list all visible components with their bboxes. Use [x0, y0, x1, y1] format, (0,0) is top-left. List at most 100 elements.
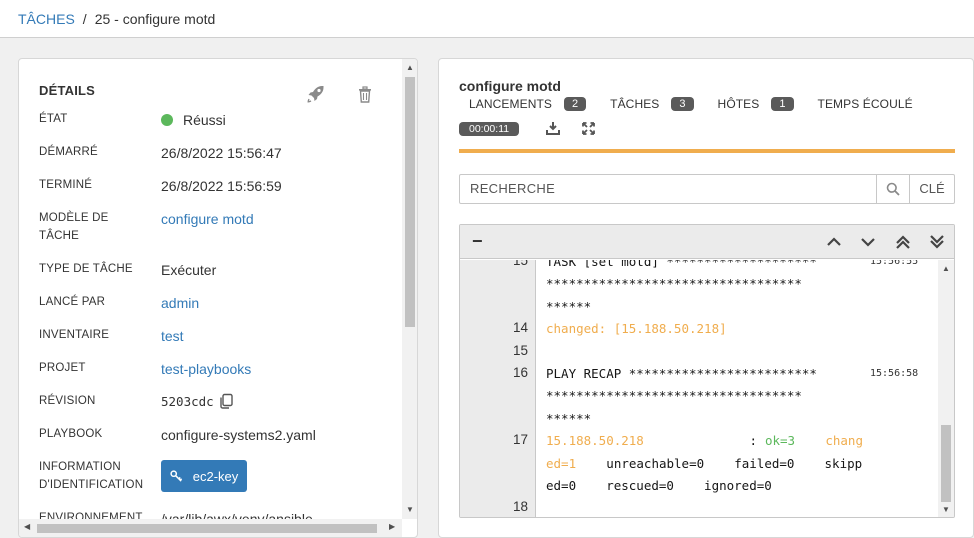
- status-text: Réussi: [183, 112, 226, 128]
- output-text: ******: [546, 298, 592, 314]
- detail-label: ÉTAT: [39, 113, 68, 125]
- scroll-down-arrow-icon[interactable]: ▼: [942, 505, 950, 514]
- credential-chip[interactable]: ec2-key: [161, 460, 247, 492]
- details-title: DÉTAILS: [39, 83, 96, 98]
- search-icon: [886, 182, 900, 196]
- line-number: 15: [512, 342, 528, 358]
- output-scrollbar[interactable]: ▲ ▼: [938, 260, 954, 517]
- output-text: **********************************: [546, 276, 802, 292]
- breadcrumb: TÂCHES / 25 - configure motd: [0, 0, 974, 38]
- scroll-right-arrow-icon[interactable]: ▶: [389, 522, 395, 531]
- started-value: 26/8/2022 15:56:47: [161, 145, 282, 161]
- output-lines: 15 TASK [set motd] ******************** 15…: [460, 260, 938, 517]
- scrollbar-thumb[interactable]: [941, 425, 951, 502]
- line-number: 15: [512, 260, 528, 268]
- output-text: 15.188.50.218: [546, 433, 644, 449]
- output-text: ******: [546, 410, 592, 426]
- job-type-value: Exécuter: [161, 262, 217, 278]
- breadcrumb-current: 25 - configure motd: [94, 10, 216, 27]
- finished-value: 26/8/2022 15:56:59: [161, 178, 282, 194]
- detail-label: PLAYBOOK: [39, 428, 103, 440]
- line-number-gutter: [460, 260, 536, 517]
- stat-label-elapsed: TEMPS ÉCOULÉ: [817, 97, 913, 111]
- output-text: changed: [15.188.50.218]: [546, 321, 727, 337]
- output-text: TASK [set motd] ********************: [546, 260, 817, 269]
- search-input[interactable]: RECHERCHE: [460, 175, 876, 203]
- output-toolbar: −: [460, 225, 954, 259]
- job-title: configure motd: [459, 78, 561, 94]
- details-content: DÉTAILS ÉTAT Réussi DÉMARRÉ 26/8/2022 15…: [19, 59, 402, 519]
- line-number: 14: [512, 320, 528, 336]
- details-panel: DÉTAILS ÉTAT Réussi DÉMARRÉ 26/8/2022 15…: [18, 58, 418, 538]
- stat-count-plays: 2: [564, 97, 587, 111]
- output-text: PLAY RECAP *************************: [546, 366, 817, 381]
- scrollbar-thumb[interactable]: [405, 77, 415, 327]
- output-panel: configure motd LANCEMENTS 2 TÂCHES 3 HÔT…: [438, 58, 974, 538]
- detail-label: INFORMATION D'IDENTIFICATION: [39, 461, 144, 491]
- scroll-up-arrow-icon[interactable]: ▲: [942, 264, 950, 273]
- project-link[interactable]: test-playbooks: [161, 360, 251, 378]
- output-text: chang: [825, 433, 863, 449]
- stat-label-tasks: TÂCHES: [610, 97, 660, 111]
- playbook-value: configure-systems2.yaml: [161, 427, 316, 443]
- output-text: [795, 433, 825, 448]
- line-timestamp: 15:56:55: [867, 260, 922, 267]
- stat-label-plays: LANCEMENTS: [469, 97, 553, 111]
- detail-label: TERMINÉ: [39, 179, 93, 191]
- details-horizontal-scrollbar[interactable]: ◀ ▶: [19, 519, 402, 537]
- download-icon[interactable]: [546, 121, 560, 135]
- relaunch-rocket-icon[interactable]: [306, 84, 326, 104]
- breadcrumb-link-jobs[interactable]: TÂCHES: [18, 11, 75, 27]
- detail-label: ENVIRONNEMENT: [39, 512, 143, 519]
- inventory-link[interactable]: test: [161, 327, 184, 345]
- detail-label: TYPE DE TÂCHE: [39, 263, 133, 275]
- search-bar: RECHERCHE CLÉ: [459, 174, 955, 204]
- credential-label: ec2-key: [192, 468, 239, 484]
- line-number: 16: [512, 365, 528, 380]
- copy-icon[interactable]: [218, 393, 234, 409]
- chevron-up-icon[interactable]: [826, 234, 842, 250]
- detail-label: DÉMARRÉ: [39, 146, 98, 158]
- output-text: unreachable=0 failed=0 skipp: [576, 455, 863, 471]
- detail-label: INVENTAIRE: [39, 329, 110, 341]
- scroll-up-arrow-icon[interactable]: ▲: [406, 63, 414, 72]
- stat-label-hosts: HÔTES: [717, 97, 760, 111]
- line-number: 17: [512, 432, 528, 448]
- template-link[interactable]: configure motd: [161, 210, 254, 228]
- output-text: ok=3: [764, 433, 796, 449]
- scroll-left-arrow-icon[interactable]: ◀: [24, 522, 30, 531]
- output-text: **********************************: [546, 388, 802, 404]
- delete-trash-icon[interactable]: [357, 86, 373, 103]
- line-number: 18: [512, 499, 528, 515]
- elapsed-badge: 00:00:11: [459, 122, 520, 136]
- scrollbar-thumb[interactable]: [37, 524, 377, 533]
- details-vertical-scrollbar[interactable]: ▲ ▼: [402, 59, 417, 519]
- search-button[interactable]: [876, 175, 909, 203]
- output-text: ed=0 rescued=0 ignored=0: [546, 478, 772, 493]
- search-key-button[interactable]: CLÉ: [909, 175, 954, 203]
- stat-count-hosts: 1: [771, 97, 794, 111]
- job-stats: LANCEMENTS 2 TÂCHES 3 HÔTES 1 TEMPS ÉCOU…: [469, 96, 913, 112]
- scroll-down-arrow-icon[interactable]: ▼: [406, 505, 414, 514]
- double-chevron-down-icon[interactable]: [929, 234, 945, 250]
- revision-hash: 5203cdc: [161, 394, 214, 409]
- status-dot-icon: [161, 114, 173, 126]
- job-output: − 15 TASK [set motd] ********************…: [459, 224, 955, 518]
- key-icon: [170, 469, 182, 482]
- detail-label: PROJET: [39, 362, 86, 374]
- status-value: Réussi: [161, 111, 226, 129]
- fullscreen-icon[interactable]: [582, 122, 595, 135]
- output-text: ed=1: [546, 455, 577, 471]
- launched-by-link[interactable]: admin: [161, 294, 199, 312]
- detail-label: RÉVISION: [39, 395, 96, 407]
- breadcrumb-separator: /: [82, 10, 87, 27]
- environment-value: /var/lib/awx/venv/ansible: [161, 511, 313, 519]
- stat-count-tasks: 3: [671, 97, 694, 111]
- output-text: :: [644, 433, 765, 449]
- double-chevron-up-icon[interactable]: [895, 234, 911, 250]
- collapse-all-icon[interactable]: −: [472, 231, 483, 252]
- chevron-down-icon[interactable]: [860, 234, 876, 250]
- detail-label: MODÈLE DE TÂCHE: [39, 212, 109, 242]
- detail-label: LANCÉ PAR: [39, 296, 106, 308]
- job-progress-bar: [459, 149, 955, 153]
